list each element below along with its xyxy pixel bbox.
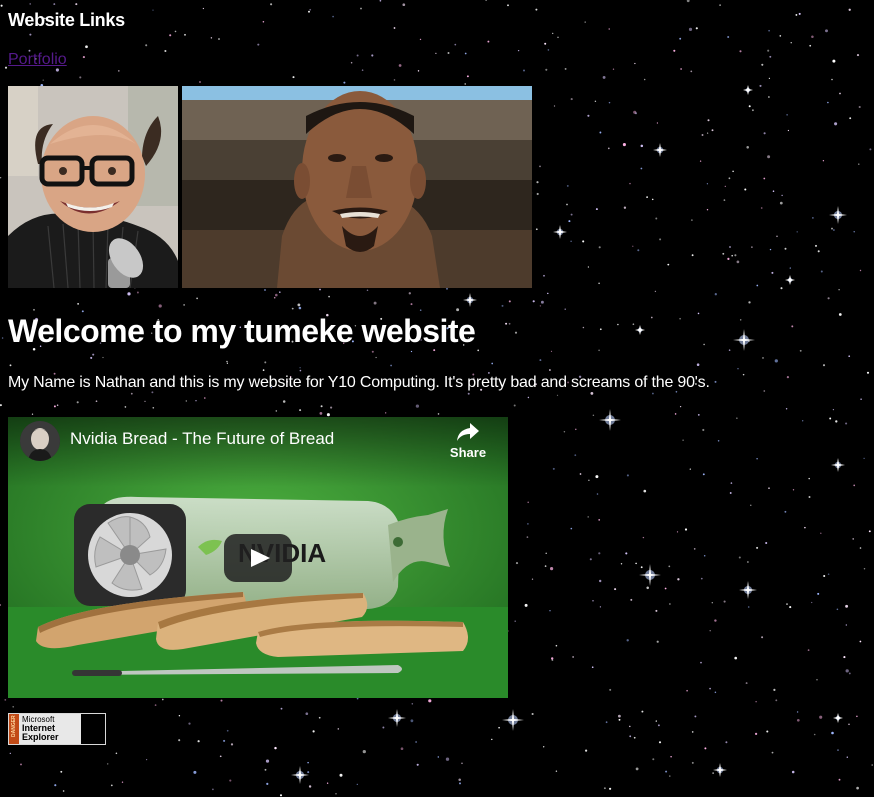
- embedded-video-player[interactable]: NVIDIA Nvidia Bread - The Future of Brea…: [8, 417, 508, 698]
- badge-warning-strip: DANGER: [9, 714, 19, 744]
- share-button[interactable]: Share: [444, 421, 492, 467]
- play-button[interactable]: [224, 534, 292, 582]
- video-top-bar: [8, 417, 508, 487]
- page-title: Welcome to my tumeke website: [8, 313, 476, 349]
- channel-avatar[interactable]: [20, 421, 60, 461]
- video-title[interactable]: Nvidia Bread - The Future of Bread: [70, 429, 334, 449]
- portrait-photo: [8, 86, 178, 288]
- game-character-photo: [182, 86, 532, 288]
- badge-line-explorer: Explorer: [22, 732, 59, 742]
- intro-paragraph: My Name is Nathan and this is my website…: [8, 374, 710, 391]
- share-label: Share: [449, 445, 487, 460]
- badge-strip-text: DANGER: [11, 715, 17, 737]
- play-icon: [224, 534, 292, 582]
- internet-explorer-badge[interactable]: DANGER Microsoft Internet Explorer: [8, 713, 106, 745]
- portfolio-link[interactable]: Portfolio: [8, 51, 67, 69]
- website-links-heading: Website Links: [8, 10, 125, 30]
- badge-label-box: Microsoft Internet Explorer: [19, 714, 81, 744]
- page-content: Website Links Portfolio Welcome to my tu…: [0, 0, 874, 797]
- share-arrow-icon: [457, 423, 479, 441]
